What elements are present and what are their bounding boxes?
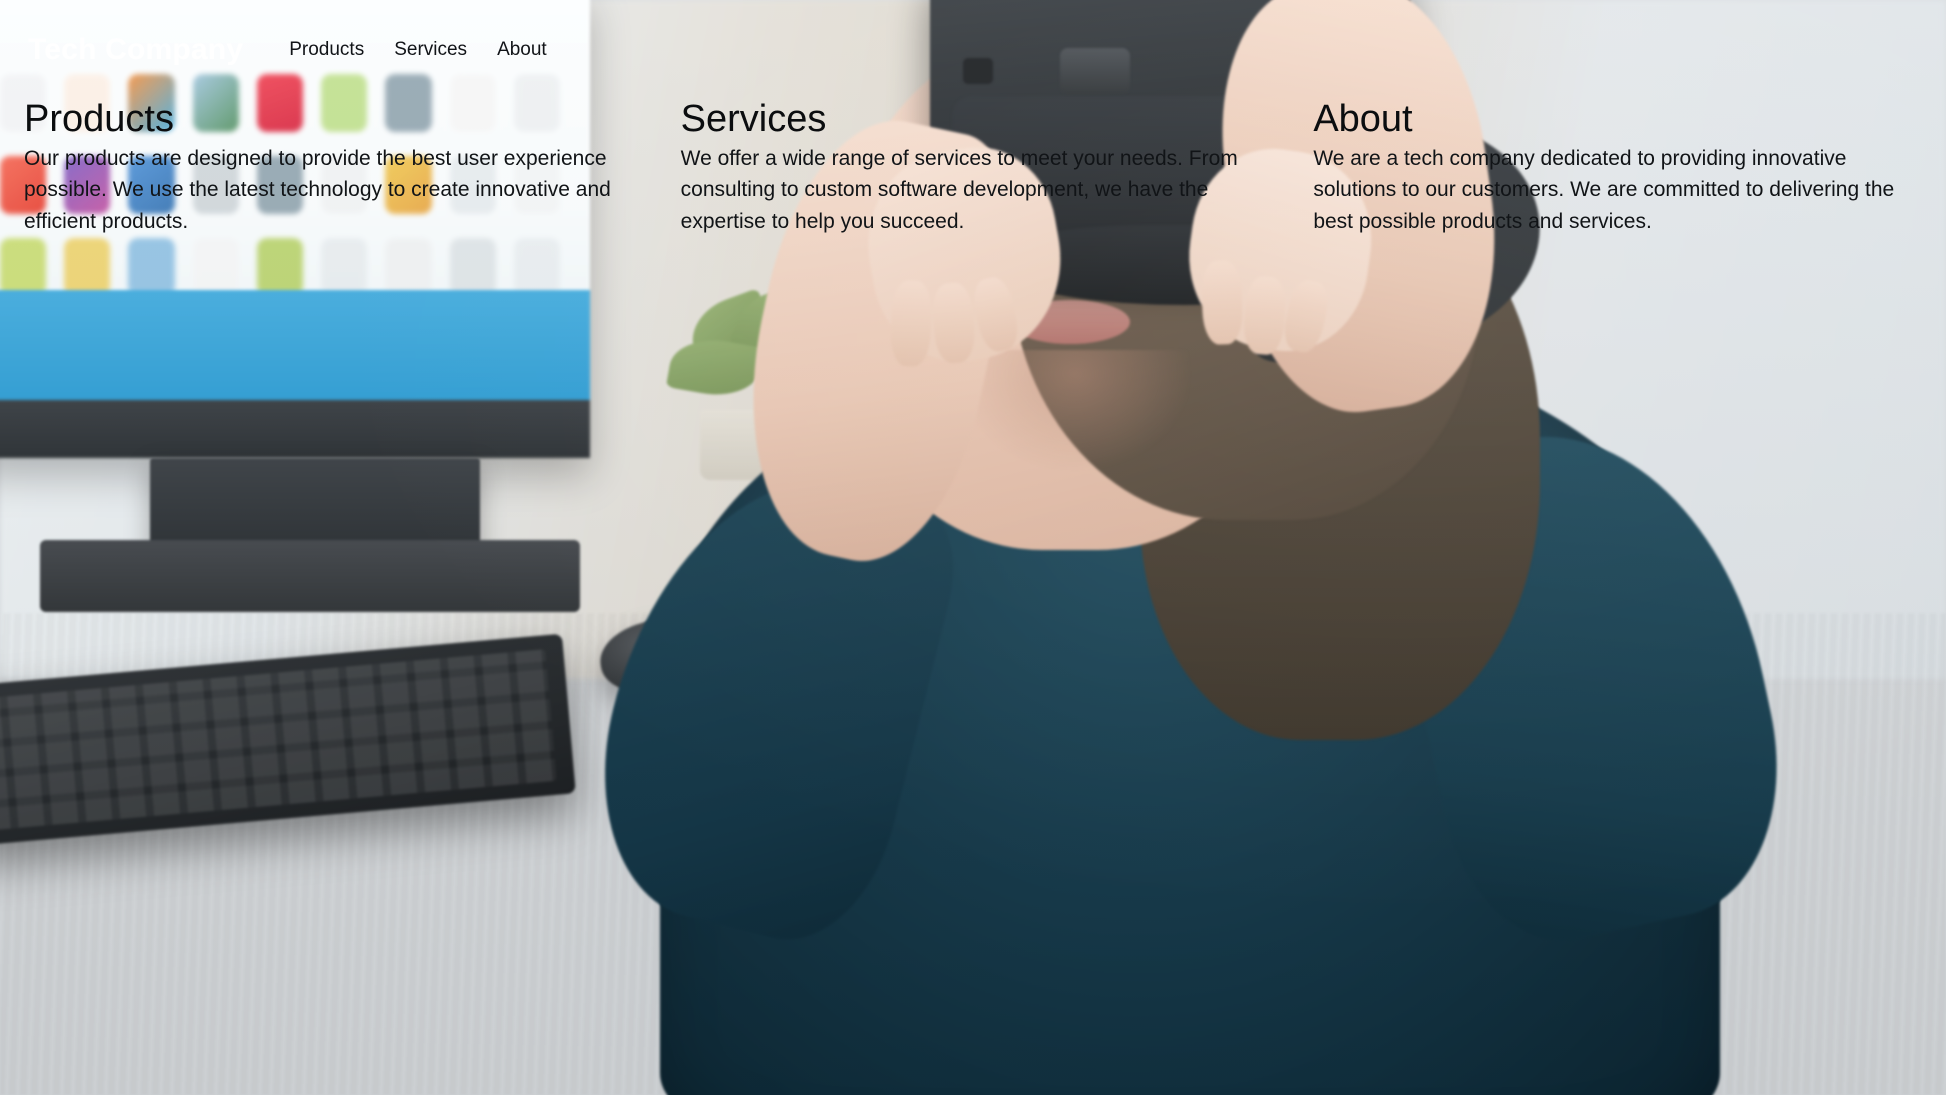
nav-link-about[interactable]: About	[495, 35, 549, 65]
page-root: Tech Company Products Services About Pro…	[0, 0, 1946, 1095]
column-about-title: About	[1313, 98, 1413, 140]
column-services-title: Services	[680, 98, 827, 140]
nav-link-products[interactable]: Products	[287, 35, 366, 65]
main-navigation: Products Services About	[287, 35, 549, 65]
column-services-text: We offer a wide range of services to mee…	[680, 146, 1238, 234]
column-about-text: We are a tech company dedicated to provi…	[1313, 146, 1895, 234]
column-products-text: Our products are designed to provide the…	[24, 146, 611, 234]
column-about: About We are a tech company dedicated to…	[1289, 98, 1922, 238]
column-products-title: Products	[24, 98, 174, 140]
column-products: Products Our products are designed to pr…	[24, 98, 657, 238]
content-columns: Products Our products are designed to pr…	[0, 74, 1946, 238]
site-logo[interactable]: Tech Company	[28, 33, 243, 67]
nav-link-services[interactable]: Services	[392, 35, 469, 65]
column-services: Services We offer a wide range of servic…	[657, 98, 1290, 238]
site-header: Tech Company Products Services About	[0, 0, 1946, 74]
